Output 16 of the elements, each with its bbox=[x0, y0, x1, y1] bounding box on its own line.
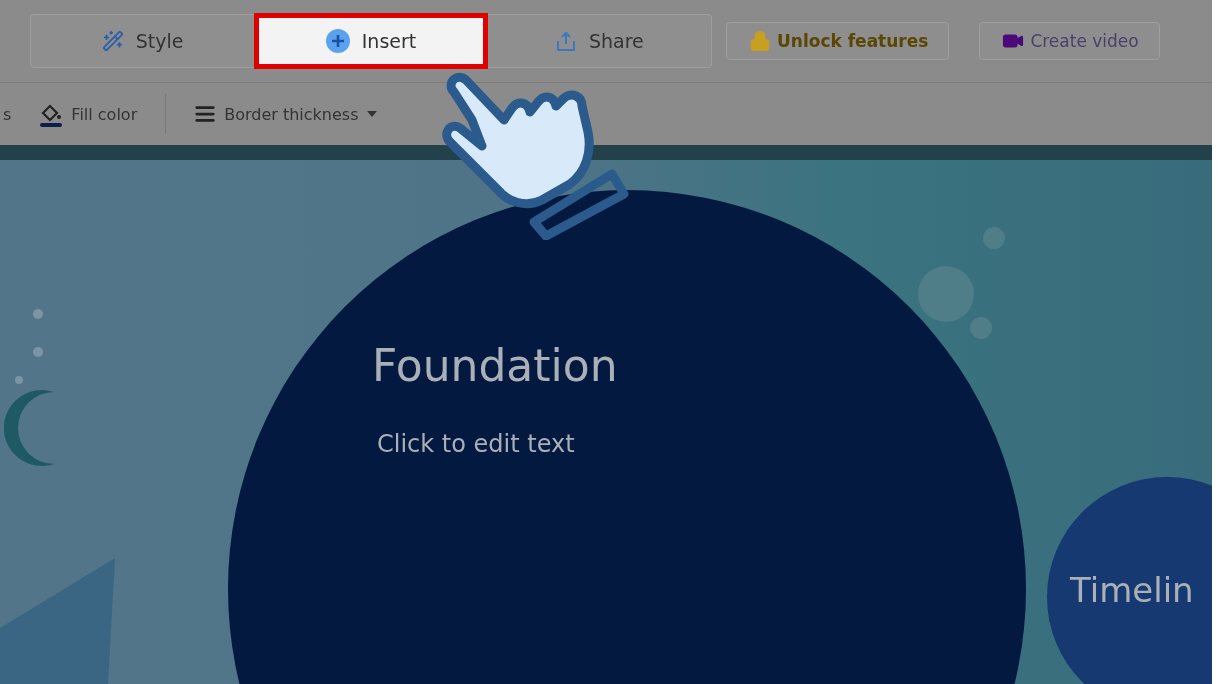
tab[interactable]: Share bbox=[487, 15, 711, 67]
unlock-button[interactable]: Unlock features bbox=[726, 22, 950, 60]
toolbar-label: s bbox=[3, 104, 12, 124]
tab[interactable]: Insert bbox=[254, 13, 488, 69]
tab[interactable]: Style bbox=[31, 15, 255, 67]
border-thickness-button[interactable]: Border thickness bbox=[192, 99, 379, 129]
share-icon bbox=[554, 30, 577, 52]
magic-wand-icon bbox=[101, 30, 124, 52]
lines-icon bbox=[194, 103, 217, 125]
circle-title: Foundation bbox=[372, 340, 618, 391]
circle-title: Timelin bbox=[1070, 570, 1194, 610]
create-video-button[interactable]: Create video bbox=[979, 22, 1160, 60]
fill-color-button[interactable]: Fill color bbox=[37, 97, 140, 131]
plus-icon bbox=[325, 29, 350, 53]
lock-icon bbox=[749, 30, 771, 52]
circle-subtitle: Click to edit text bbox=[377, 430, 575, 458]
